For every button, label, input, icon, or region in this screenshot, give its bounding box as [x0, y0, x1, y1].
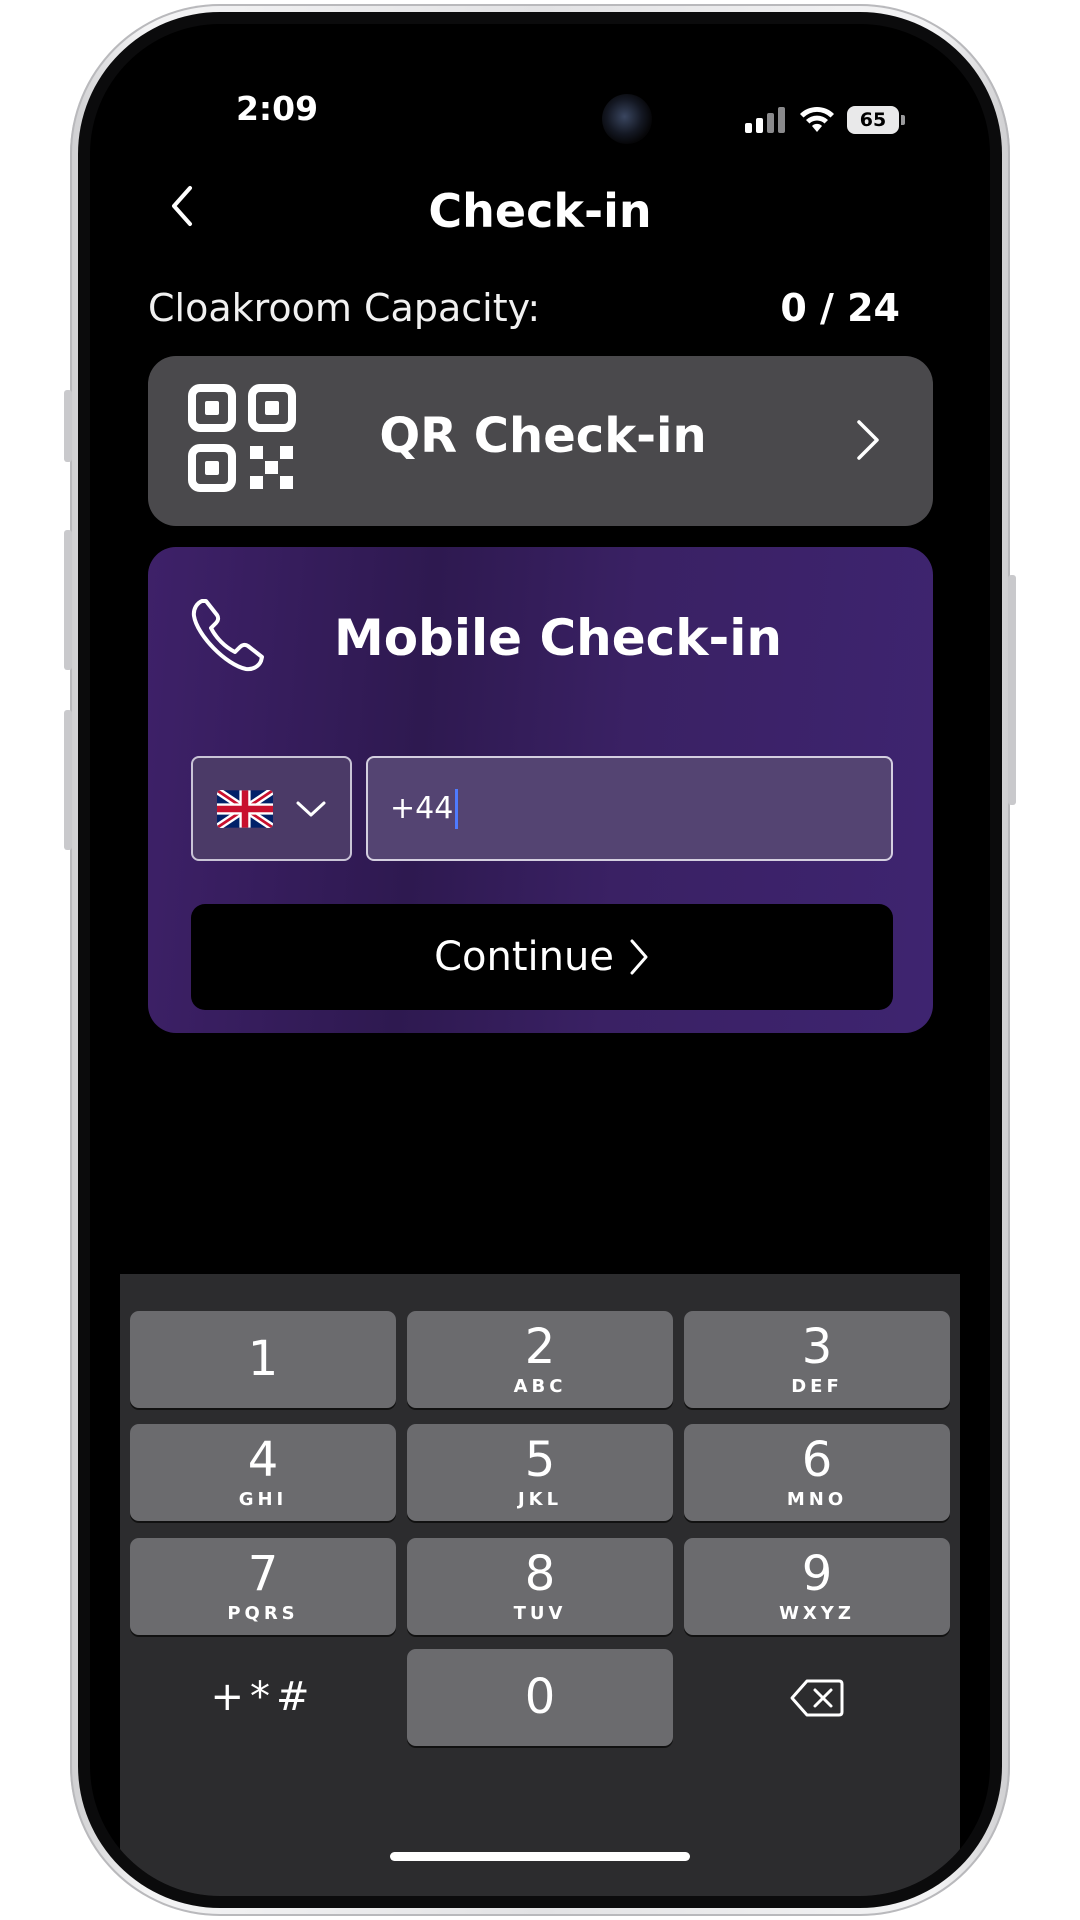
phone-number-input[interactable]: +44 [366, 756, 893, 861]
numeric-keypad: 1 2 ABC 3 DEF 4 GHI 5 JKL 6 MNO 7 PQRS 8 [120, 1274, 960, 1896]
key-5[interactable]: 5 JKL [407, 1424, 673, 1521]
action-button [64, 390, 72, 462]
text-cursor [455, 788, 459, 829]
battery-indicator: 65 [847, 106, 905, 134]
continue-button[interactable]: Continue [191, 904, 893, 1010]
key-8[interactable]: 8 TUV [407, 1538, 673, 1635]
continue-label: Continue [434, 934, 614, 980]
key-4[interactable]: 4 GHI [130, 1424, 396, 1521]
wifi-icon [800, 106, 834, 132]
chevron-right-icon [630, 939, 648, 975]
key-6[interactable]: 6 MNO [684, 1424, 950, 1521]
key-9[interactable]: 9 WXYZ [684, 1538, 950, 1635]
phone-icon [191, 599, 264, 672]
key-2[interactable]: 2 ABC [407, 1311, 673, 1408]
qr-checkin-button[interactable]: QR Check-in [148, 356, 933, 526]
power-button [1008, 575, 1016, 805]
backspace-icon [790, 1679, 844, 1716]
back-button[interactable] [150, 174, 214, 238]
status-time: 2:09 [235, 89, 319, 128]
key-3[interactable]: 3 DEF [684, 1311, 950, 1408]
qr-checkin-label: QR Check-in [379, 408, 707, 464]
screen: 2:09 65 Check-in Cloakroom Capacity: 0 /… [90, 24, 990, 1896]
qr-code-icon [188, 384, 296, 492]
key-7[interactable]: 7 PQRS [130, 1538, 396, 1635]
signal-icon [745, 107, 785, 133]
capacity-value: 0 / 24 [780, 286, 900, 330]
chevron-right-icon [857, 420, 879, 460]
phone-number-value: +44 [390, 791, 454, 826]
chevron-down-icon [296, 801, 325, 816]
chevron-left-icon [172, 186, 192, 226]
home-indicator[interactable] [390, 1852, 690, 1861]
front-camera [602, 94, 652, 144]
page-title: Check-in [428, 184, 652, 238]
delete-key[interactable] [684, 1649, 950, 1746]
mobile-checkin-title: Mobile Check-in [333, 609, 783, 667]
capacity-label: Cloakroom Capacity: [148, 286, 541, 330]
symbols-key[interactable]: +*# [130, 1649, 396, 1746]
key-1[interactable]: 1 [130, 1311, 396, 1408]
key-0[interactable]: 0 [407, 1649, 673, 1746]
uk-flag-icon [216, 789, 273, 828]
volume-up-button [64, 530, 72, 670]
country-code-select[interactable] [191, 756, 352, 861]
status-icons: 65 [745, 100, 905, 140]
mobile-checkin-card: Mobile Check-in +44 Continue [148, 547, 933, 1033]
volume-down-button [64, 710, 72, 850]
